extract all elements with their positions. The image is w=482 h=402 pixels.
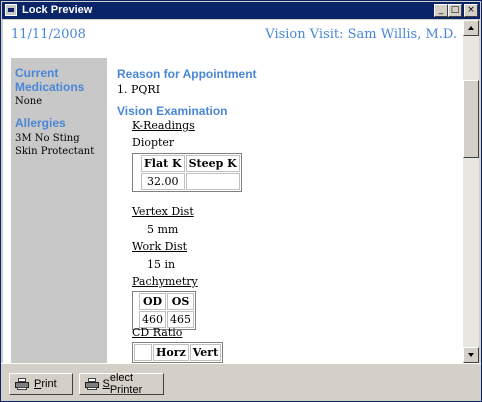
app-icon: [5, 4, 17, 16]
allergies-heading: Allergies: [15, 116, 66, 130]
arrow-down-icon: [468, 353, 474, 357]
vertex-dist-label: Vertex Dist: [132, 205, 194, 218]
print-accel: P: [34, 378, 42, 390]
table-row: Horz Vert: [134, 344, 222, 361]
select-printer-button[interactable]: Select Printer: [79, 372, 164, 396]
scroll-down-button[interactable]: [463, 347, 479, 363]
table-row: Flat K Steep K: [134, 155, 240, 172]
work-dist-value: 15 in: [147, 258, 176, 271]
printer-icon: [14, 377, 30, 391]
exam-heading: Vision Examination: [117, 104, 228, 118]
allergy-line-1: 3M No Sting: [15, 133, 80, 144]
title-bar[interactable]: Lock Preview _ □ ×: [2, 2, 480, 19]
print-label: rint: [41, 378, 57, 390]
print-button[interactable]: Print: [9, 373, 73, 395]
vertical-scrollbar[interactable]: [463, 20, 479, 363]
close-button[interactable]: ×: [464, 4, 478, 17]
table-cell: [185, 173, 240, 190]
table-header: Horz: [153, 344, 189, 361]
scrollbar-thumb[interactable]: [463, 80, 479, 158]
patient-sidebar: Current Medications None Allergies 3M No…: [11, 58, 107, 363]
select-accel: S: [102, 378, 110, 390]
table-header: Steep K: [185, 155, 240, 172]
table-cell: 32.00: [141, 173, 185, 190]
table-header: [134, 344, 152, 361]
button-bar: Print Select Printer: [1, 363, 481, 401]
scroll-up-button[interactable]: [463, 20, 479, 36]
table-header: Flat K: [141, 155, 185, 172]
table-row: OD OS: [134, 293, 194, 310]
work-dist-label: Work Dist: [132, 240, 188, 253]
vertex-dist-value: 5 mm: [147, 223, 179, 236]
reason-item: 1. PQRI: [117, 83, 161, 96]
table-header: Vert: [189, 344, 222, 361]
window-title: Lock Preview: [22, 4, 93, 16]
k-readings-label: K-Readings: [132, 119, 195, 132]
visit-title: Vision Visit: Sam Willis, M.D.: [265, 27, 457, 42]
cd-ratio-table: Horz Vert: [132, 342, 224, 363]
cd-ratio-label: CD Ratio: [132, 326, 183, 339]
maximize-button[interactable]: □: [448, 4, 462, 17]
printer-icon: [84, 377, 99, 391]
arrow-up-icon: [468, 26, 474, 30]
minimize-button[interactable]: _: [434, 4, 448, 17]
table-header: OS: [167, 293, 194, 310]
diopter-label: Diopter: [132, 136, 175, 149]
visit-date: 11/11/2008: [11, 27, 86, 42]
medications-heading-line1: Current: [15, 66, 59, 80]
pachymetry-table: OD OS 460 465: [132, 291, 196, 330]
preview-document: 11/11/2008 Vision Visit: Sam Willis, M.D…: [3, 20, 463, 363]
select-printer-label: elect Printer: [109, 372, 143, 396]
table-row: 32.00: [134, 173, 240, 190]
reason-heading: Reason for Appointment: [117, 67, 257, 81]
k-readings-table: Flat K Steep K 32.00: [132, 153, 242, 192]
allergy-line-2: Skin Protectant: [15, 146, 95, 157]
lock-preview-window: Lock Preview _ □ × 11/11/2008 Vision Vis…: [0, 0, 482, 402]
medications-value: None: [15, 96, 43, 107]
table-header: OD: [139, 293, 166, 310]
medications-heading-line2: Medications: [15, 80, 85, 94]
pachymetry-label: Pachymetry: [132, 275, 198, 288]
